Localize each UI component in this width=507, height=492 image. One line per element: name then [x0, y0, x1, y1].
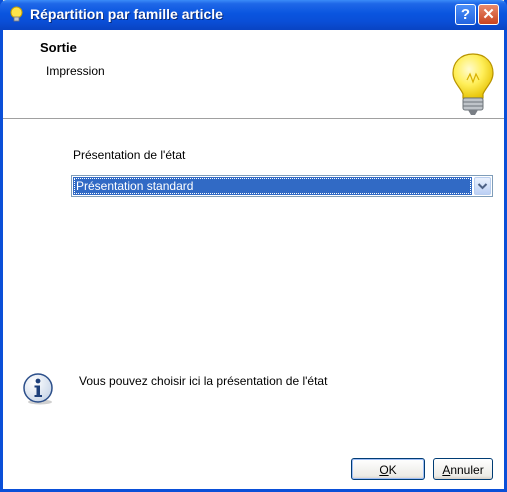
info-message: Vous pouvez choisir ici la présentation … [79, 374, 328, 388]
info-icon [23, 373, 53, 405]
dropdown-button[interactable] [474, 177, 491, 195]
chevron-down-icon [477, 183, 488, 190]
ok-mnemonic: O [379, 463, 389, 477]
close-button[interactable]: ✕ [478, 4, 499, 25]
header-subtitle: Impression [46, 64, 105, 78]
dialog-window: Répartition par famille article ? ✕ Sort… [0, 0, 507, 492]
lightbulb-icon [452, 53, 494, 115]
ok-label: K [388, 463, 397, 477]
cancel-button[interactable]: Annuler [433, 458, 493, 480]
title-bar[interactable]: Répartition par famille article ? ✕ [0, 0, 507, 30]
presentation-select[interactable]: Présentation standard [71, 175, 493, 197]
header-title: Sortie [40, 40, 77, 55]
lightbulb-icon [10, 6, 23, 22]
ok-button[interactable]: OK [351, 458, 425, 480]
wizard-header: Sortie Impression [3, 30, 504, 119]
presentation-label: Présentation de l'état [73, 148, 186, 162]
cancel-label: nnuler [450, 463, 484, 477]
presentation-select-value: Présentation standard [73, 177, 472, 195]
window-title: Répartition par famille article [30, 6, 223, 22]
dialog-body: Présentation de l'état Présentation stan… [3, 119, 504, 489]
help-button[interactable]: ? [455, 4, 476, 25]
